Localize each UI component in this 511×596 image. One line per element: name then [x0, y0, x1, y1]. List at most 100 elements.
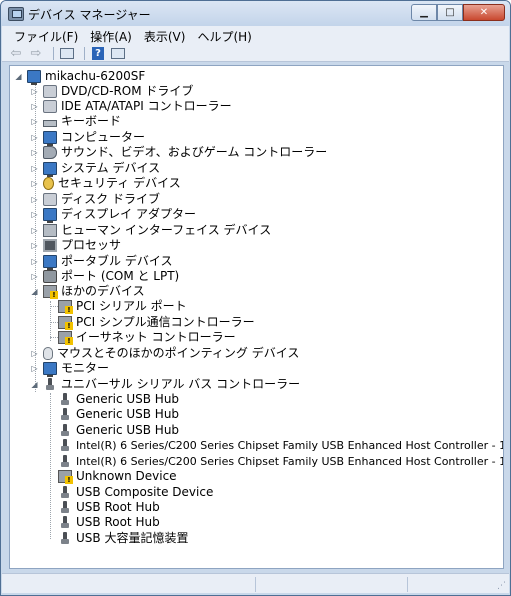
- tree-guide: [50, 337, 58, 338]
- expand-icon[interactable]: ▷: [30, 133, 39, 142]
- tree-category[interactable]: ▷ IDE ATA/ATAPI コントローラー: [30, 99, 232, 114]
- resize-grip-icon[interactable]: ⋰: [497, 581, 507, 591]
- expand-icon[interactable]: ▷: [30, 210, 39, 219]
- tree-item-label: ディスク ドライブ: [61, 192, 160, 206]
- expand-icon[interactable]: ▷: [30, 148, 39, 157]
- tree-device[interactable]: Generic USB Hub: [58, 392, 179, 407]
- tree-device[interactable]: Generic USB Hub: [58, 407, 179, 422]
- keyboard-icon: [43, 120, 57, 127]
- tree-category[interactable]: ◢ ほかのデバイス: [30, 284, 145, 299]
- tree-item-label: USB 大容量記憶装置: [76, 531, 189, 545]
- view-button[interactable]: [110, 47, 126, 61]
- window-controls: ▁ □ ✕: [411, 4, 505, 21]
- tree-category[interactable]: ▷ コンピューター: [30, 130, 146, 146]
- tree-guide: [50, 301, 51, 341]
- tree-device[interactable]: Intel(R) 6 Series/C200 Series Chipset Fa…: [58, 438, 504, 453]
- tree-item-label: コンピューター: [61, 130, 146, 144]
- usb-icon: [60, 516, 70, 529]
- tree-category[interactable]: ▷ ポート (COM と LPT): [30, 269, 179, 284]
- tree-category[interactable]: ▷ システム デバイス: [30, 161, 160, 177]
- tree-category[interactable]: ▷ セキュリティ デバイス: [30, 176, 181, 191]
- minimize-button[interactable]: ▁: [411, 4, 437, 21]
- tree-category[interactable]: ▷ マウスとそのほかのポインティング デバイス: [30, 346, 299, 361]
- tree-item-label: Intel(R) 6 Series/C200 Series Chipset Fa…: [76, 455, 504, 468]
- tree-category[interactable]: ◢ ユニバーサル シリアル バス コントローラー: [30, 377, 300, 392]
- tree-item-label: Intel(R) 6 Series/C200 Series Chipset Fa…: [76, 439, 504, 452]
- tree-item-label: ディスプレイ アダプター: [61, 207, 196, 221]
- usb-icon: [60, 424, 70, 437]
- computer-icon: [27, 70, 41, 85]
- tree-device[interactable]: Intel(R) 6 Series/C200 Series Chipset Fa…: [58, 454, 504, 469]
- tree-category[interactable]: ▷ ポータブル デバイス: [30, 254, 172, 270]
- expand-icon[interactable]: ▷: [30, 272, 39, 281]
- close-icon: ✕: [479, 7, 489, 18]
- collapse-icon[interactable]: ◢: [14, 72, 23, 81]
- tree-device[interactable]: PCI シリアル ポート: [58, 299, 187, 314]
- expand-icon[interactable]: ▷: [30, 164, 39, 173]
- help-button[interactable]: ?: [90, 47, 106, 61]
- device-manager-window: デバイス マネージャー ▁ □ ✕ ファイル(F) 操作(A) 表示(V) ヘル…: [0, 0, 511, 596]
- tree-guide: [50, 393, 51, 539]
- tree-item-label: ポート (COM と LPT): [61, 269, 180, 283]
- toolbar-separator: [84, 47, 85, 60]
- tree-item-label: ほかのデバイス: [61, 284, 145, 298]
- device-tree[interactable]: ◢ mikachu-6200SF ▷ DVD/CD-ROM ドライブ ▷ IDE A…: [9, 65, 504, 569]
- title-bar[interactable]: デバイス マネージャー ▁ □ ✕: [1, 1, 510, 26]
- tree-device[interactable]: Unknown Device: [58, 469, 177, 484]
- speaker-icon: [43, 146, 57, 159]
- expand-icon[interactable]: ▷: [30, 349, 39, 358]
- expand-icon[interactable]: ▷: [30, 102, 39, 111]
- collapse-icon[interactable]: ◢: [30, 287, 39, 296]
- tree-device[interactable]: イーサネット コントローラー: [58, 330, 236, 345]
- expand-icon[interactable]: ▷: [30, 226, 39, 235]
- tree-category[interactable]: ▷ ヒューマン インターフェイス デバイス: [30, 223, 271, 238]
- device-manager-icon: [8, 7, 24, 21]
- forward-button[interactable]: ⇨: [28, 46, 44, 61]
- menu-action[interactable]: 操作(A): [84, 28, 138, 45]
- warning-device-icon: [58, 316, 73, 330]
- collapse-icon[interactable]: ◢: [30, 380, 39, 389]
- security-key-icon: [43, 177, 54, 190]
- tree-category[interactable]: ▷ キーボード: [30, 114, 121, 129]
- expand-icon[interactable]: ▷: [30, 241, 39, 250]
- status-cell: [255, 577, 407, 592]
- tree-root[interactable]: ◢ mikachu-6200SF: [14, 69, 145, 85]
- back-button[interactable]: ⇦: [8, 46, 24, 61]
- expand-icon[interactable]: ▷: [30, 179, 39, 188]
- port-icon: [43, 270, 57, 283]
- expand-icon[interactable]: ▷: [30, 195, 39, 204]
- tree-category[interactable]: ▷ ディスプレイ アダプター: [30, 207, 196, 223]
- tree-device[interactable]: USB Root Hub: [58, 515, 160, 530]
- expand-icon[interactable]: ▷: [30, 87, 39, 96]
- usb-icon: [60, 439, 70, 452]
- tree-item-label: Unknown Device: [76, 469, 177, 483]
- tree-item-label: イーサネット コントローラー: [76, 330, 236, 344]
- display-adapter-icon: [43, 208, 57, 223]
- help-icon: ?: [92, 47, 104, 60]
- expand-icon[interactable]: ▷: [30, 364, 39, 373]
- system-device-icon: [43, 162, 57, 177]
- expand-icon[interactable]: ▷: [30, 117, 39, 126]
- tree-category[interactable]: ▷ ディスク ドライブ: [30, 192, 160, 207]
- tree-category[interactable]: ▷ サウンド、ビデオ、およびゲーム コントローラー: [30, 145, 327, 160]
- maximize-button[interactable]: □: [437, 4, 463, 21]
- tree-device[interactable]: USB Root Hub: [58, 500, 160, 515]
- tree-device[interactable]: USB 大容量記憶装置: [58, 531, 188, 546]
- expand-icon[interactable]: ▷: [30, 257, 39, 266]
- close-button[interactable]: ✕: [463, 4, 505, 21]
- tree-device[interactable]: PCI シンプル通信コントローラー: [58, 315, 255, 330]
- properties-button[interactable]: [59, 47, 75, 61]
- tree-category[interactable]: ▷ プロセッサ: [30, 238, 121, 253]
- tree-device[interactable]: Generic USB Hub: [58, 423, 179, 438]
- tree-category[interactable]: ▷ モニター: [30, 361, 110, 377]
- menu-file[interactable]: ファイル(F): [8, 28, 84, 45]
- usb-icon: [60, 455, 70, 468]
- ide-controller-icon: [43, 100, 57, 113]
- portable-device-icon: [43, 255, 57, 270]
- usb-icon: [45, 378, 55, 391]
- tree-item-label: モニター: [61, 361, 110, 375]
- tree-device[interactable]: USB Composite Device: [58, 485, 213, 500]
- menu-help[interactable]: ヘルプ(H): [191, 28, 257, 45]
- menu-view[interactable]: 表示(V): [138, 28, 192, 45]
- tree-category[interactable]: ▷ DVD/CD-ROM ドライブ: [30, 84, 193, 99]
